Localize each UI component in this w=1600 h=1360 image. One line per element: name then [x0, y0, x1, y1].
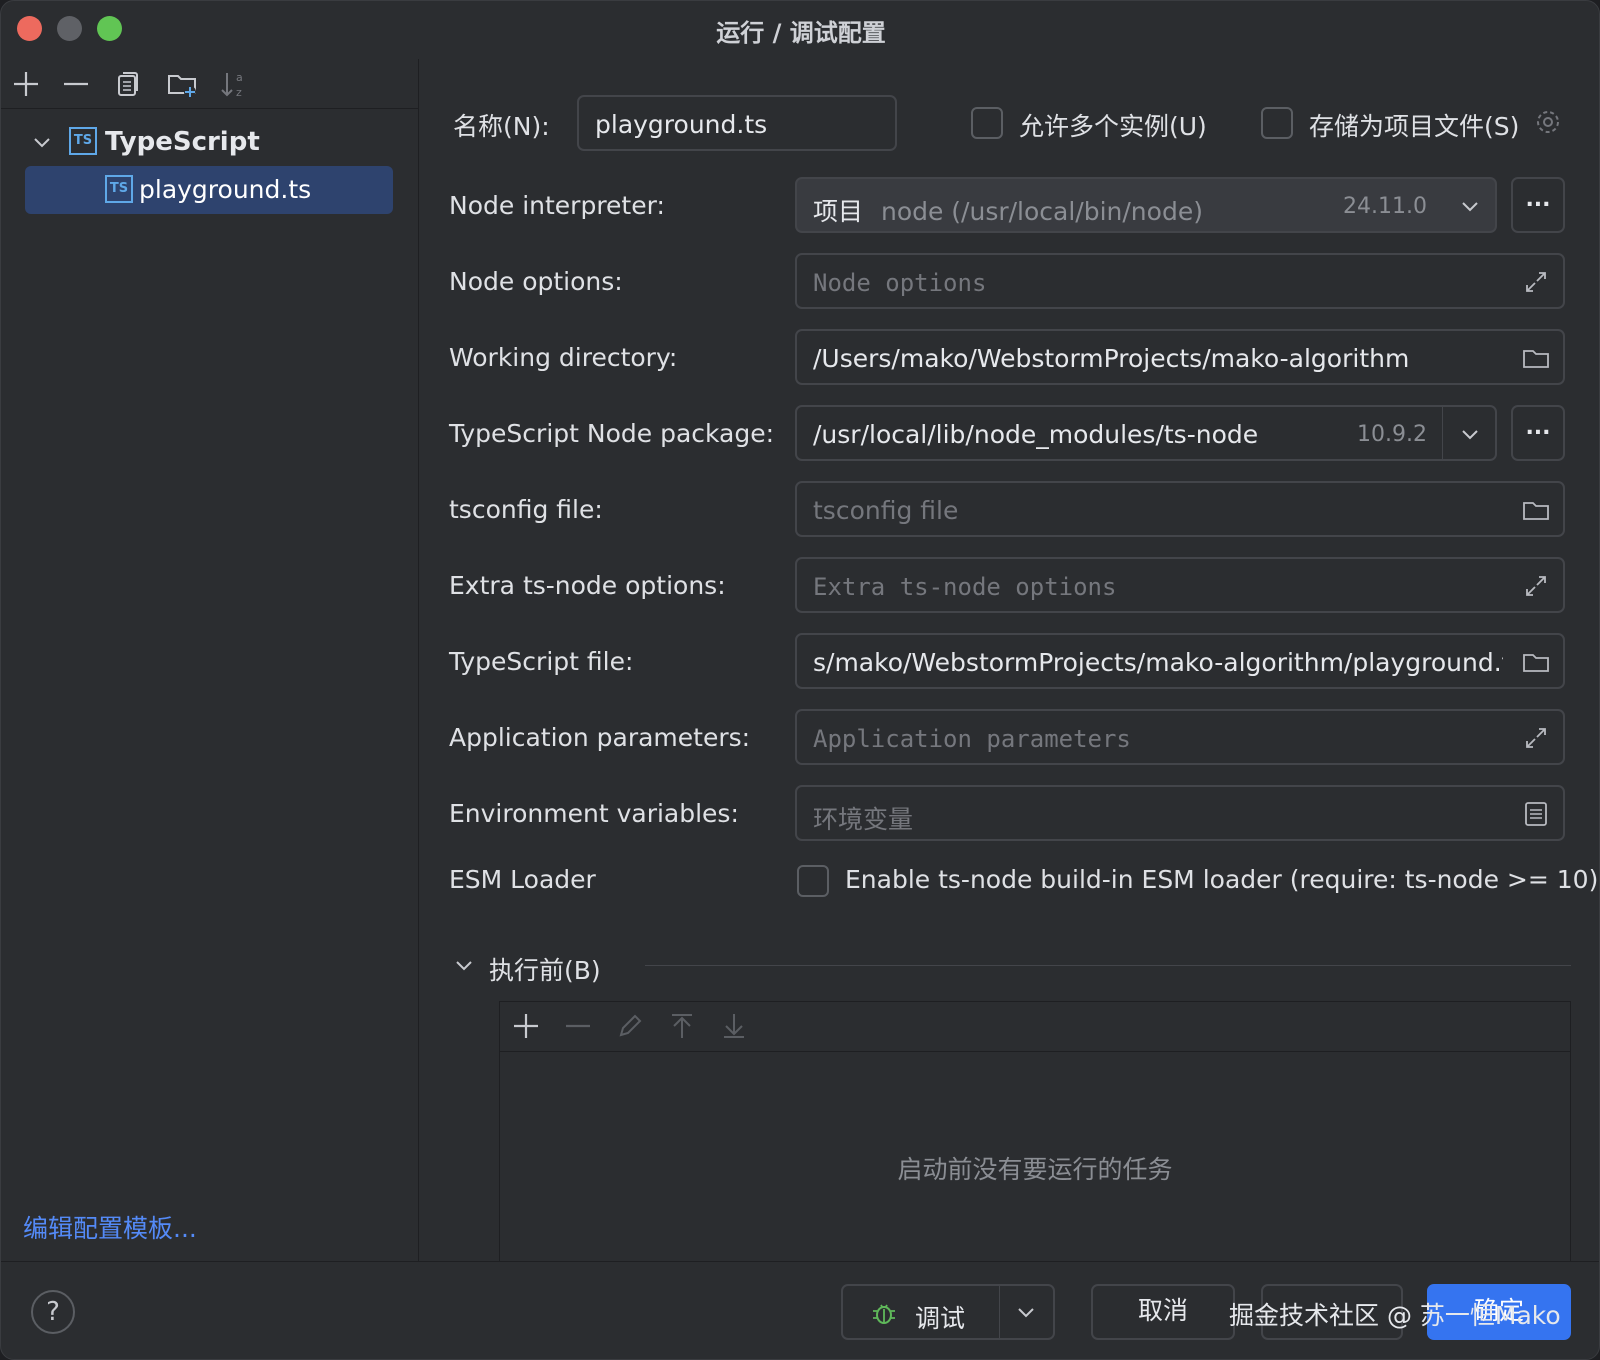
- allow-multiple-label: 允许多个实例(U): [1019, 112, 1207, 141]
- chevron-down-icon[interactable]: [1457, 193, 1483, 219]
- title-bar: 运行 / 调试配置: [1, 1, 1599, 59]
- bug-icon: [869, 1298, 899, 1328]
- tree-group-typescript[interactable]: TS TypeScript: [21, 121, 401, 165]
- add-task-icon[interactable]: [510, 1010, 542, 1042]
- esm-loader-label: ESM Loader: [449, 865, 596, 894]
- node-interpreter-text: 项目 node (/usr/local/bin/node): [813, 192, 1203, 228]
- node-version: 24.11.0: [1343, 194, 1427, 219]
- chevron-down-icon[interactable]: [1457, 421, 1483, 447]
- before-launch-tasks-panel: 启动前没有要运行的任务: [499, 1001, 1571, 1261]
- help-button[interactable]: ?: [31, 1290, 75, 1334]
- name-value: playground.ts: [595, 110, 768, 139]
- watermark-text: 掘金技术社区 @ 苏一恒Mako: [1229, 1301, 1561, 1330]
- app-params-label: Application parameters:: [449, 723, 751, 752]
- store-as-project-label: 存储为项目文件(S): [1309, 112, 1520, 141]
- env-vars-label: Environment variables:: [449, 799, 739, 828]
- extra-options-placeholder: Extra ts-node options: [813, 573, 1117, 601]
- app-params-placeholder: Application parameters: [813, 725, 1131, 753]
- run-debug-config-window: 运行 / 调试配置 az TS TypeScript TS playground…: [0, 0, 1600, 1360]
- tsconfig-placeholder: tsconfig file: [813, 496, 959, 525]
- debug-button[interactable]: 调试: [841, 1284, 1055, 1340]
- before-launch-header[interactable]: 执行前(B): [451, 945, 1571, 985]
- node-options-placeholder: Node options: [813, 269, 987, 297]
- ts-node-package-browse-button[interactable]: ...: [1511, 405, 1565, 461]
- copy-config-icon[interactable]: [111, 67, 145, 101]
- typescript-file-icon: TS: [105, 175, 133, 203]
- typescript-icon: TS: [69, 127, 97, 155]
- debug-label: 调试: [915, 1304, 966, 1333]
- folder-icon[interactable]: [1521, 495, 1551, 525]
- tree-item-label: playground.ts: [139, 175, 312, 204]
- expand-icon[interactable]: [1521, 723, 1551, 753]
- extra-options-field[interactable]: Extra ts-node options: [795, 557, 1565, 613]
- remove-task-icon[interactable]: [562, 1010, 594, 1042]
- expand-icon[interactable]: [1521, 571, 1551, 601]
- esm-loader-checkbox-label: Enable ts-node build-in ESM loader (requ…: [845, 865, 1599, 894]
- node-interpreter-prefix: 项目: [813, 197, 864, 226]
- tasks-toolbar: [500, 1002, 1570, 1052]
- move-down-icon[interactable]: [718, 1010, 750, 1042]
- svg-text:a: a: [236, 71, 243, 84]
- chevron-down-icon[interactable]: [1013, 1299, 1039, 1325]
- working-directory-label: Working directory:: [449, 343, 678, 372]
- name-label: 名称(N):: [453, 112, 550, 141]
- new-folder-icon[interactable]: [165, 67, 199, 101]
- cancel-button[interactable]: 取消: [1091, 1284, 1235, 1340]
- expand-icon[interactable]: [1521, 267, 1551, 297]
- ts-file-value: s/mako/WebstormProjects/mako-algorithm/p…: [813, 648, 1503, 677]
- move-up-icon[interactable]: [666, 1010, 698, 1042]
- section-divider: [645, 965, 1571, 966]
- ts-node-package-label: TypeScript Node package:: [449, 419, 775, 448]
- tree-group-label: TypeScript: [105, 127, 260, 157]
- remove-config-icon[interactable]: [59, 67, 93, 101]
- folder-icon[interactable]: [1521, 647, 1551, 677]
- esm-loader-checkbox[interactable]: [797, 865, 829, 897]
- sidebar-toolbar: az: [1, 59, 419, 109]
- add-config-icon[interactable]: [9, 67, 43, 101]
- working-directory-field[interactable]: /Users/mako/WebstormProjects/mako-algori…: [795, 329, 1565, 385]
- ts-file-field[interactable]: s/mako/WebstormProjects/mako-algorithm/p…: [795, 633, 1565, 689]
- ts-file-label: TypeScript file:: [449, 647, 634, 676]
- ts-node-package-select[interactable]: /usr/local/lib/node_modules/ts-node 10.9…: [795, 405, 1497, 461]
- dialog-footer: ? 调试 取消 确定 掘金技术社区 @ 苏一恒Mako: [1, 1261, 1599, 1359]
- combo-divider: [1442, 407, 1443, 459]
- allow-multiple-checkbox[interactable]: [971, 107, 1003, 139]
- window-title: 运行 / 调试配置: [716, 19, 886, 47]
- node-interpreter-browse-button[interactable]: ...: [1511, 177, 1565, 233]
- svg-text:z: z: [236, 86, 242, 99]
- edit-task-icon[interactable]: [614, 1010, 646, 1042]
- node-interpreter-label: Node interpreter:: [449, 191, 665, 220]
- store-as-project-checkbox[interactable]: [1261, 107, 1293, 139]
- sort-alphabetically-icon[interactable]: az: [217, 67, 251, 101]
- split-divider: [999, 1286, 1000, 1338]
- folder-icon[interactable]: [1521, 343, 1551, 373]
- configurations-sidebar: az TS TypeScript TS playground.ts 编辑配置模板…: [1, 59, 419, 1261]
- config-form: 名称(N): playground.ts 允许多个实例(U) 存储为项目文件(S…: [421, 59, 1599, 1261]
- env-vars-placeholder: 环境变量: [813, 805, 914, 834]
- name-field[interactable]: playground.ts: [577, 95, 897, 151]
- gear-icon[interactable]: [1533, 107, 1563, 137]
- node-options-label: Node options:: [449, 267, 623, 296]
- node-interpreter-value: node (/usr/local/bin/node): [880, 197, 1203, 226]
- working-directory-value: /Users/mako/WebstormProjects/mako-algori…: [813, 344, 1410, 373]
- ts-node-version: 10.9.2: [1357, 422, 1427, 447]
- chevron-down-icon[interactable]: [451, 952, 477, 978]
- node-interpreter-select[interactable]: 项目 node (/usr/local/bin/node) 24.11.0: [795, 177, 1497, 233]
- env-vars-field[interactable]: 环境变量: [795, 785, 1565, 841]
- tree-item-playground[interactable]: TS playground.ts: [25, 166, 393, 214]
- node-options-field[interactable]: Node options: [795, 253, 1565, 309]
- list-icon[interactable]: [1521, 799, 1551, 829]
- extra-options-label: Extra ts-node options:: [449, 571, 726, 600]
- chevron-down-icon[interactable]: [29, 129, 55, 155]
- tsconfig-field[interactable]: tsconfig file: [795, 481, 1565, 537]
- edit-templates-link[interactable]: 编辑配置模板...: [23, 1209, 197, 1245]
- tsconfig-label: tsconfig file:: [449, 495, 603, 524]
- ts-node-package-value: /usr/local/lib/node_modules/ts-node: [813, 420, 1259, 449]
- tasks-empty-text: 启动前没有要运行的任务: [897, 1155, 1173, 1184]
- app-params-field[interactable]: Application parameters: [795, 709, 1565, 765]
- before-launch-title: 执行前(B): [489, 956, 601, 985]
